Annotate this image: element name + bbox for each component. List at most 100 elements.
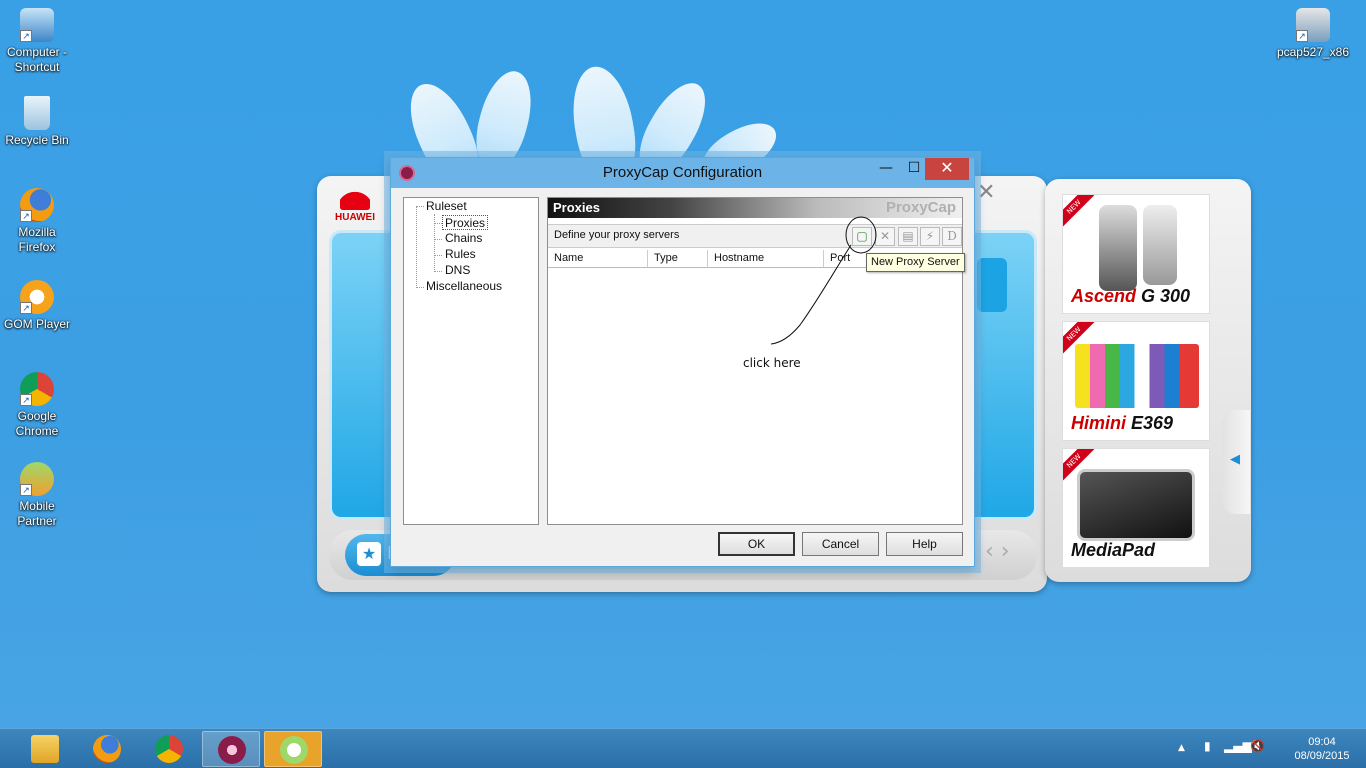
desktop-icon-mobile-partner[interactable]: ↗ Mobile Partner <box>0 462 74 529</box>
desktop-icon-label: Computer - Shortcut <box>6 45 68 74</box>
taskbar-proxycap[interactable] <box>202 731 260 767</box>
panel-header: Proxies ProxyCap <box>548 198 962 218</box>
default-label: D <box>947 229 957 243</box>
tree-item-dns[interactable]: DNS <box>443 263 472 278</box>
column-header-type[interactable]: Type <box>648 250 708 267</box>
desktop-icon-label: Google Chrome <box>15 409 59 438</box>
taskbar-firefox[interactable] <box>78 731 136 767</box>
ad-title-brand: Himini <box>1071 413 1127 433</box>
installer-icon: ↗ <box>1296 8 1330 42</box>
tree-connector <box>416 206 417 288</box>
check-icon: ⚡ <box>925 229 935 243</box>
tree-item-ruleset[interactable]: Ruleset <box>424 199 469 214</box>
phone-image <box>1143 205 1177 285</box>
new-proxy-icon: ▢ <box>856 229 868 243</box>
huawei-ad-panel: NEW Ascend G 300 NEW Himini E369 NEW Med… <box>1045 179 1251 582</box>
new-badge: NEW <box>1063 195 1096 229</box>
ad-title-brand: Ascend <box>1071 286 1137 306</box>
desktop-icon-pcap[interactable]: ↗ pcap527_x86 <box>1276 8 1350 60</box>
huawei-nav-arrows[interactable]: ‹ › <box>985 539 1010 564</box>
ad-mediapad[interactable]: NEW MediaPad <box>1062 448 1210 568</box>
battery-icon[interactable]: ▮ <box>1204 739 1211 753</box>
tree-item-rules[interactable]: Rules <box>443 247 478 262</box>
signal-icon[interactable]: ▂▄▆ <box>1224 739 1252 753</box>
tree-item-miscellaneous[interactable]: Miscellaneous <box>424 279 504 294</box>
recycle-bin-icon <box>24 96 50 130</box>
tree-connector <box>434 271 442 272</box>
proxycap-brand: ProxyCap <box>885 199 956 216</box>
computer-icon: ↗ <box>20 8 54 42</box>
file-explorer-icon <box>31 735 59 763</box>
properties-icon: ▤ <box>902 229 914 243</box>
mobile-partner-icon <box>280 736 308 764</box>
ok-button[interactable]: OK <box>718 532 795 556</box>
desktop-icon-label: Recycle Bin <box>5 133 69 147</box>
tray-overflow-icon[interactable]: ▲ <box>1178 743 1185 753</box>
huawei-close-button[interactable]: ✕ <box>977 180 995 205</box>
taskbar: ▲ ▮ ▂▄▆ 🔇 09:04 08/09/2015 <box>0 728 1366 768</box>
huawei-blue-button[interactable] <box>977 258 1007 312</box>
mobile-partner-icon: ↗ <box>20 462 54 496</box>
desktop-icon-label: GOM Player <box>3 317 70 331</box>
desktop-icon-label: pcap527_x86 <box>1276 45 1350 59</box>
chrome-icon <box>155 735 183 763</box>
proxycap-dialog: ProxyCap Configuration — ☐ ✕ Ruleset Pro… <box>390 157 975 567</box>
tree-item-proxies[interactable]: Proxies <box>442 215 489 230</box>
volume-muted-icon[interactable]: 🔇 <box>1250 739 1265 753</box>
dialog-titlebar[interactable]: ProxyCap Configuration — ☐ ✕ <box>391 158 974 188</box>
gom-player-icon: ↗ <box>20 280 54 314</box>
panel-toolbar: Define your proxy servers ▢ ✕ ▤ ⚡ D <box>548 224 962 248</box>
system-clock[interactable]: 09:04 08/09/2015 <box>1292 735 1352 763</box>
cancel-button[interactable]: Cancel <box>802 532 879 556</box>
column-header-name[interactable]: Name <box>548 250 648 267</box>
tree-connector <box>434 223 442 224</box>
delete-proxy-button[interactable]: ✕ <box>875 227 895 246</box>
taskbar-chrome[interactable] <box>140 731 198 767</box>
new-proxy-button[interactable]: ▢ <box>852 227 872 246</box>
tree-item-chains[interactable]: Chains <box>443 231 484 246</box>
desktop-icon-firefox[interactable]: ↗ Mozilla Firefox <box>0 188 74 255</box>
proxy-properties-button[interactable]: ▤ <box>898 227 918 246</box>
new-proxy-tooltip: New Proxy Server <box>866 253 965 272</box>
clock-date: 08/09/2015 <box>1294 750 1350 762</box>
desktop-icon-label: Mozilla Firefox <box>18 225 56 254</box>
taskbar-mobile-partner[interactable] <box>264 731 322 767</box>
column-header-hostname[interactable]: Hostname <box>708 250 824 267</box>
close-button[interactable]: ✕ <box>925 158 969 180</box>
usb-modem-image <box>1075 344 1199 408</box>
tree-connector <box>416 206 424 207</box>
firefox-icon: ↗ <box>20 188 54 222</box>
taskbar-file-explorer[interactable] <box>16 731 74 767</box>
tablet-image <box>1077 469 1195 541</box>
phone-image <box>1099 205 1137 291</box>
panel-description: Define your proxy servers <box>554 229 680 241</box>
ad-title-model: MediaPad <box>1071 540 1156 560</box>
huawei-logo: HUAWEI <box>333 184 377 232</box>
desktop-icon-recycle-bin[interactable]: Recycle Bin <box>0 96 74 148</box>
desktop-icon-label: Mobile Partner <box>17 499 57 528</box>
huawei-logo-mark <box>340 184 370 210</box>
proxy-list[interactable] <box>548 269 962 524</box>
clock-time: 09:04 <box>1308 736 1336 748</box>
tree-connector <box>434 255 442 256</box>
minimize-button[interactable]: — <box>871 158 901 180</box>
ad-ascend[interactable]: NEW Ascend G 300 <box>1062 194 1210 314</box>
desktop-icon-computer[interactable]: ↗ Computer - Shortcut <box>0 8 74 75</box>
proxycap-icon <box>218 736 246 764</box>
star-icon: ★ <box>357 542 381 566</box>
default-proxy-button[interactable]: D <box>942 227 962 246</box>
check-proxy-button[interactable]: ⚡ <box>920 227 940 246</box>
chrome-icon: ↗ <box>20 372 54 406</box>
help-button[interactable]: Help <box>886 532 963 556</box>
ad-title: Ascend G 300 <box>1071 286 1207 307</box>
ad-title-model: G 300 <box>1136 286 1191 306</box>
panel-title: Proxies <box>553 200 600 215</box>
huawei-collapse-tab[interactable]: ◀ <box>1222 410 1250 514</box>
desktop-icon-gom-player[interactable]: ↗ GOM Player <box>0 280 74 332</box>
desktop-icon-chrome[interactable]: ↗ Google Chrome <box>0 372 74 439</box>
annotation-text: click here <box>743 356 801 370</box>
huawei-logo-text: HUAWEI <box>335 212 375 223</box>
ad-title: Himini E369 <box>1071 413 1207 434</box>
ad-himini[interactable]: NEW Himini E369 <box>1062 321 1210 441</box>
delete-icon: ✕ <box>879 229 891 243</box>
